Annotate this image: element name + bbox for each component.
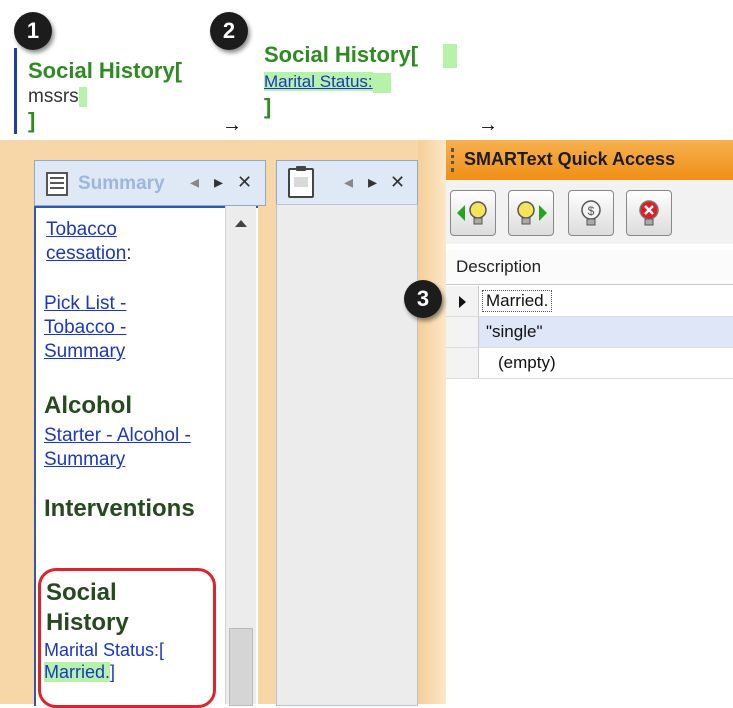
summary-scrollbar[interactable] — [225, 206, 256, 706]
row-text[interactable]: Married. — [481, 290, 553, 312]
tobacco-colon: : — [126, 243, 132, 264]
alcohol-link-line-1[interactable]: Starter - Alcohol - — [44, 424, 191, 448]
clipboard-icon — [288, 166, 314, 198]
middle-tab-right-icon[interactable]: ▸ — [368, 172, 377, 193]
picklist-line-3[interactable]: Summary — [44, 340, 126, 364]
step2-close-bracket: ] — [264, 94, 272, 119]
grid-row-single[interactable]: "single" — [446, 317, 733, 348]
step2-social-history-title: Social History[ — [264, 42, 419, 67]
step2-marital-status-field[interactable]: Marital Status: — [264, 70, 391, 94]
cancel-button[interactable] — [626, 190, 672, 236]
next-arrow-bulb-icon — [517, 201, 547, 225]
step1-typed-text: mssrs — [28, 86, 87, 108]
grid-row-married[interactable]: Married. — [446, 286, 733, 317]
next-button[interactable] — [508, 190, 554, 236]
tobacco-line-2-text[interactable]: cessation — [46, 243, 126, 264]
middle-panel-body — [276, 204, 418, 706]
grid-header: Description — [446, 250, 733, 285]
row-header[interactable] — [446, 317, 479, 347]
summary-tab-right-icon[interactable]: ▸ — [214, 172, 223, 193]
step1-social-history-title: Social History[ — [28, 58, 183, 83]
svg-text:$: $ — [588, 204, 595, 218]
grip-icon[interactable] — [451, 148, 457, 172]
alcohol-heading: Alcohol — [44, 392, 132, 419]
tobacco-cessation-link[interactable]: Tobacco cessation: — [46, 218, 132, 266]
row-text[interactable]: (empty) — [498, 353, 556, 373]
step1-close-bracket: ] — [28, 108, 36, 133]
typed-text: mssrs — [28, 86, 79, 107]
tobacco-line-2[interactable]: cessation: — [46, 242, 132, 266]
step2-title-highlight — [443, 44, 457, 68]
summary-tab-close-icon[interactable]: ✕ — [237, 172, 252, 193]
cancel-bulb-icon — [639, 200, 659, 226]
arrow-1: → — [222, 114, 242, 136]
arrow-2: → — [478, 114, 498, 136]
prev-arrow-bulb-icon — [457, 201, 487, 225]
row-header[interactable] — [446, 348, 479, 378]
text-cursor — [78, 86, 87, 107]
red-callout-box — [38, 568, 216, 708]
current-row-icon — [459, 296, 466, 308]
scroll-thumb[interactable] — [229, 628, 253, 706]
left-margin-bar — [14, 48, 17, 134]
insert-button[interactable]: $ — [568, 190, 614, 236]
picklist-tobacco-summary-link[interactable]: Pick List - Tobacco - Summary — [44, 292, 126, 364]
bulb-icon: $ — [581, 200, 601, 226]
summary-tab-title[interactable]: Summary — [78, 173, 165, 195]
smartext-title: SMARText Quick Access — [464, 149, 676, 169]
picklist-line-2[interactable]: Tobacco - — [44, 316, 126, 340]
column-header-description[interactable]: Description — [456, 257, 541, 277]
middle-tab-close-icon[interactable]: ✕ — [390, 172, 405, 193]
step-2-badge: 2 — [210, 12, 248, 50]
step-3-badge: 3 — [404, 280, 442, 318]
summary-tab-icon — [46, 172, 68, 196]
summary-tab-left-icon[interactable]: ◂ — [190, 172, 199, 193]
interventions-heading: Interventions — [44, 495, 195, 522]
grid-row-empty[interactable]: (empty) — [446, 348, 733, 379]
tobacco-line-1[interactable]: Tobacco — [46, 218, 132, 242]
middle-tab-left-icon[interactable]: ◂ — [344, 172, 353, 193]
alcohol-link-line-2[interactable]: Summary — [44, 448, 191, 472]
row-header[interactable] — [446, 286, 479, 316]
row-text[interactable]: "single" — [486, 322, 543, 342]
scroll-up-icon[interactable] — [235, 220, 247, 227]
starter-alcohol-summary-link[interactable]: Starter - Alcohol - Summary — [44, 424, 191, 472]
dock-splitter[interactable] — [418, 140, 446, 704]
previous-button[interactable] — [450, 190, 496, 236]
marital-status-link[interactable]: Marital Status: — [264, 72, 373, 91]
picklist-line-1[interactable]: Pick List - — [44, 292, 126, 316]
step-1-badge: 1 — [14, 12, 52, 50]
field-cursor — [372, 72, 391, 93]
